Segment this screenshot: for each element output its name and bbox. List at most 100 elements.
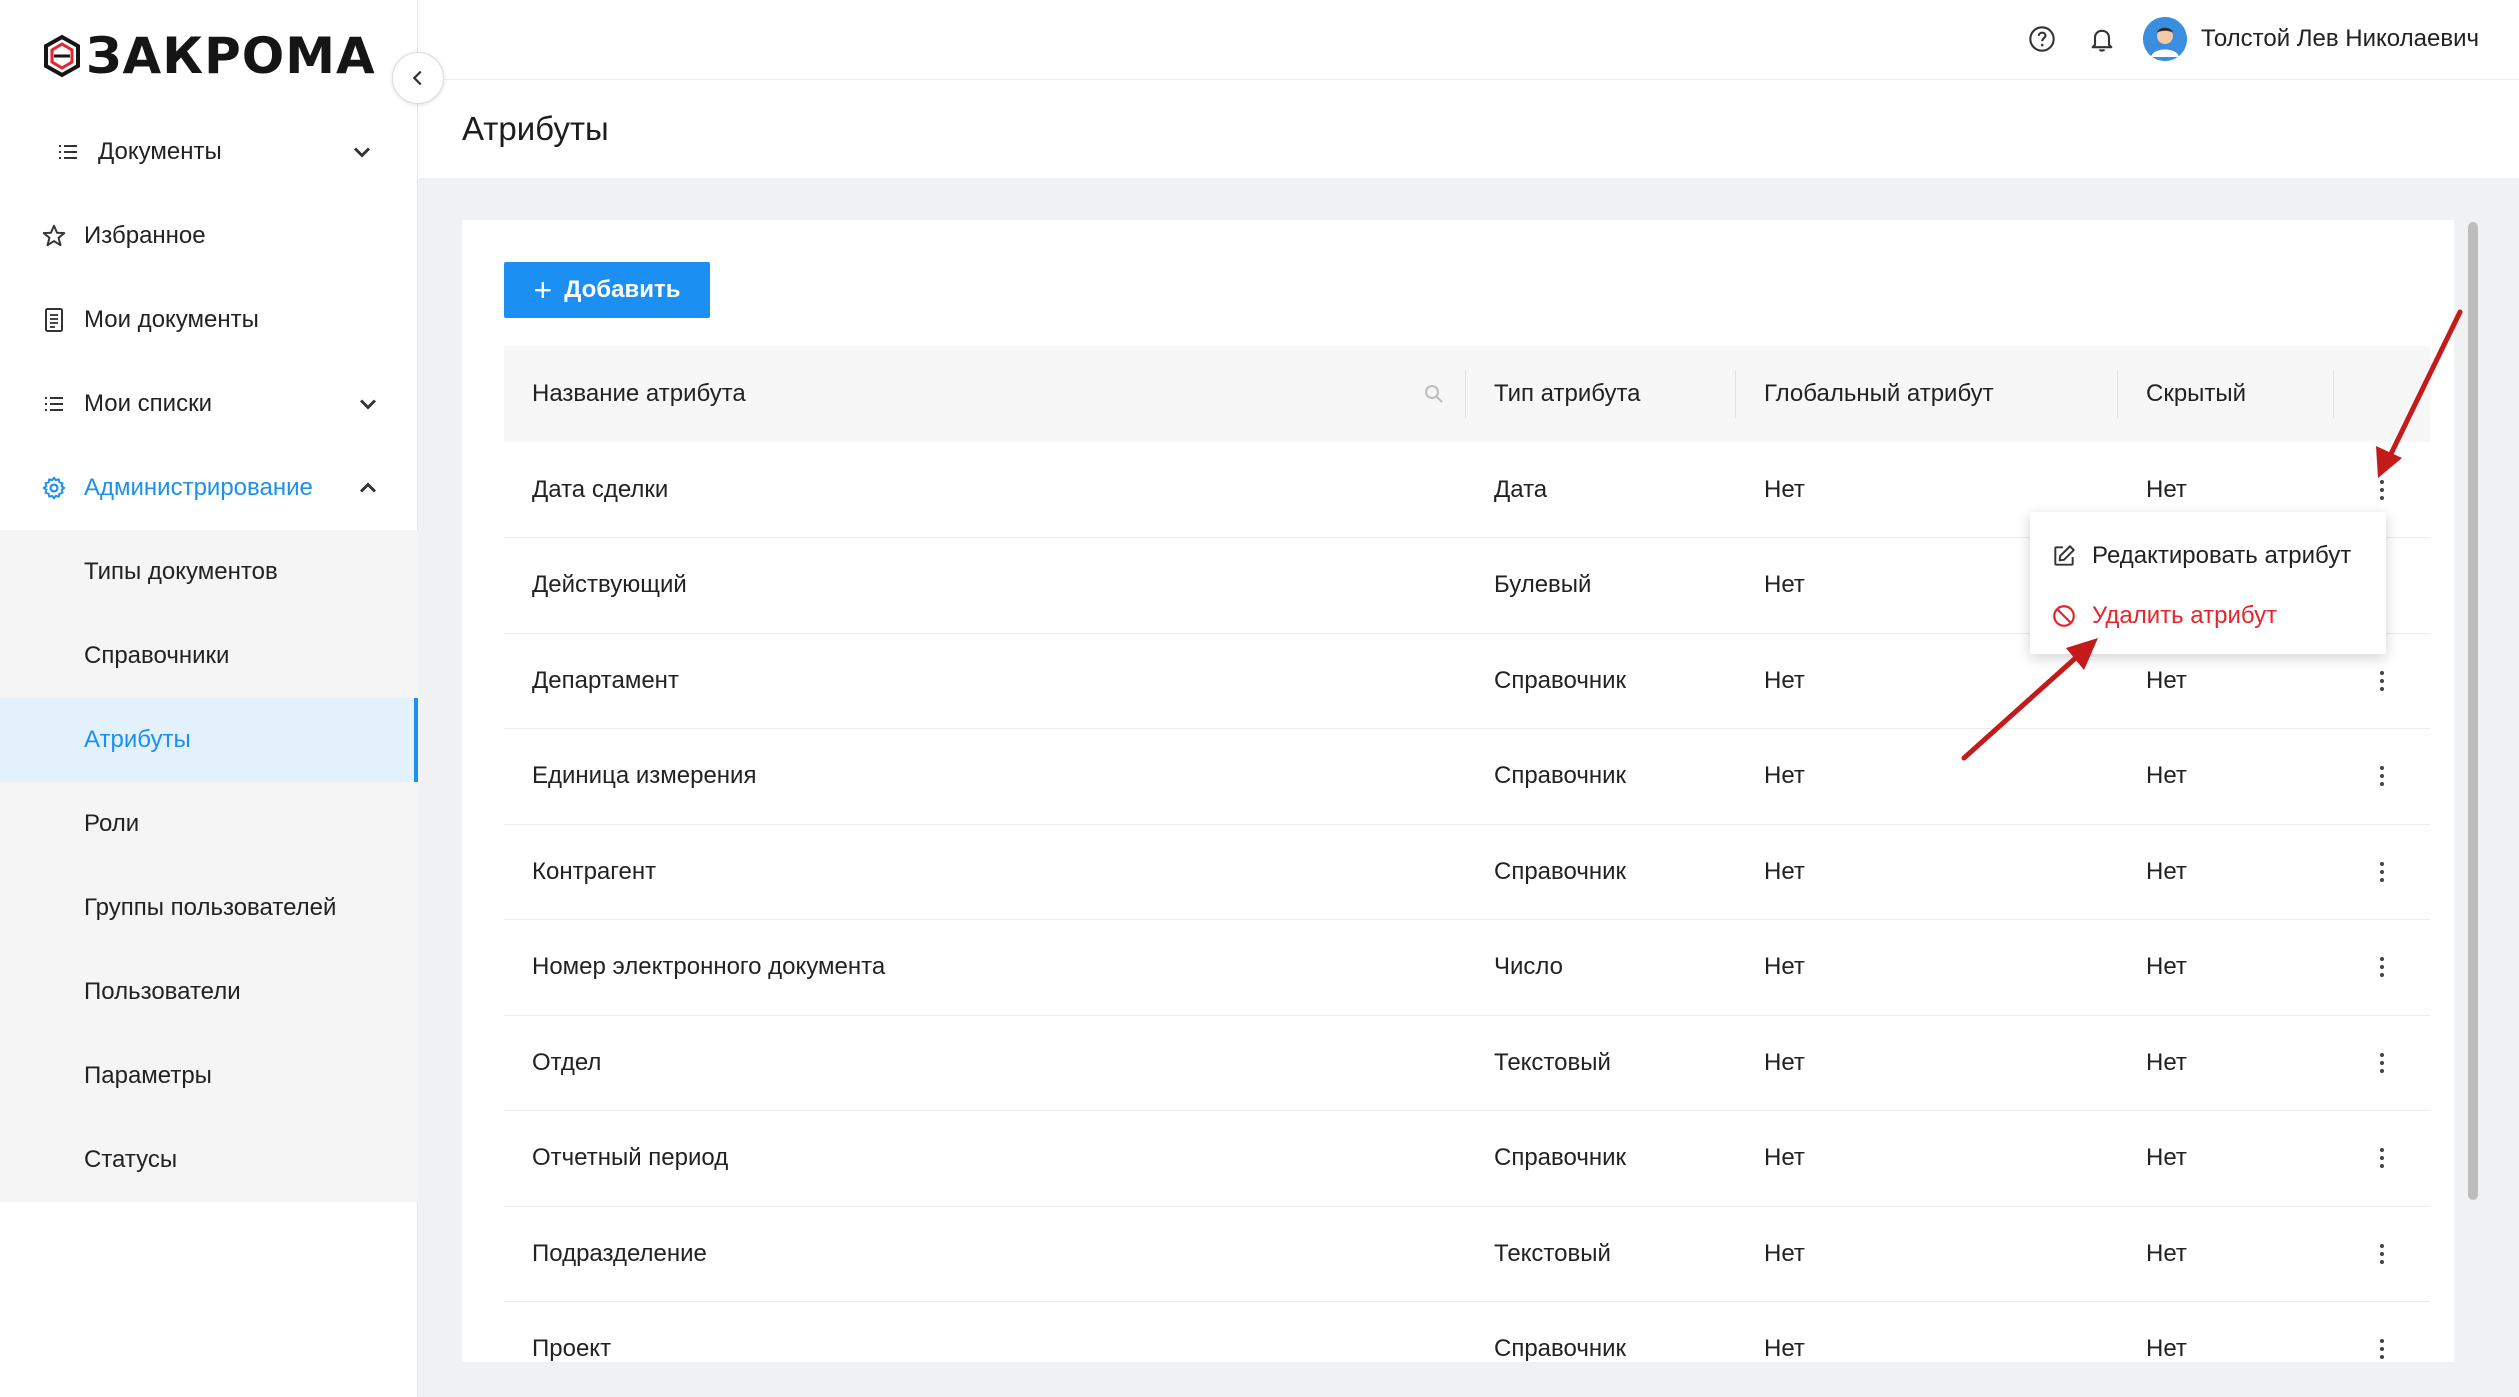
cell-type: Число — [1466, 919, 1736, 1016]
kebab-icon — [2380, 670, 2384, 691]
add-attribute-button[interactable]: + Добавить — [504, 262, 710, 318]
row-actions-button[interactable] — [2334, 1242, 2430, 1266]
cell-type: Справочник — [1466, 1301, 1736, 1362]
cell-type: Справочник — [1466, 824, 1736, 920]
sidebar-collapse-button[interactable] — [392, 52, 444, 104]
page-title: Атрибуты — [462, 110, 609, 147]
chevron-down-icon — [359, 399, 377, 410]
sidebar-item-label: Мои документы — [84, 306, 259, 333]
table-row[interactable]: Контрагент Справочник Нет Нет — [504, 824, 2430, 920]
cell-actions — [2334, 1206, 2430, 1302]
cell-hidden: Нет — [2118, 824, 2334, 920]
edit-attribute-menu-item[interactable]: Редактировать атрибут — [2030, 526, 2386, 586]
cell-actions — [2334, 1301, 2430, 1362]
avatar[interactable] — [2143, 17, 2188, 61]
table-row[interactable]: Номер электронного документа Число Нет Нет — [504, 919, 2430, 1016]
sidebar-item-administration[interactable]: Администрирование — [0, 446, 418, 530]
sidebar-item-label: Мои списки — [84, 390, 212, 417]
sidebar-subitem-attributes[interactable]: Атрибуты — [0, 698, 418, 782]
table-header-row: Название атрибута Тип атрибута Глобальны… — [504, 346, 2430, 442]
sidebar-subitem-users[interactable]: Пользователи — [0, 950, 418, 1034]
row-actions-button[interactable] — [2334, 764, 2430, 788]
sidebar-item-label: Администрирование — [84, 474, 313, 501]
app-logo[interactable]: ЗАКРОМА — [40, 28, 376, 84]
sidebar-subitem-parameters[interactable]: Параметры — [0, 1034, 418, 1118]
help-button[interactable] — [2017, 14, 2067, 64]
cell-actions — [2334, 919, 2430, 1016]
cell-actions — [2334, 1110, 2430, 1207]
search-icon[interactable] — [1422, 382, 1446, 406]
kebab-icon — [2380, 957, 2384, 978]
chevron-down-icon — [353, 147, 371, 158]
sidebar-subitem-statuses[interactable]: Статусы — [0, 1118, 418, 1202]
cell-name: Подразделение — [504, 1206, 1466, 1302]
kebab-icon — [2380, 861, 2384, 882]
sidebar-subitem-roles[interactable]: Роли — [0, 782, 418, 866]
delete-attribute-menu-item[interactable]: Удалить атрибут — [2030, 586, 2386, 646]
notifications-button[interactable] — [2077, 14, 2127, 64]
menu-item-label: Удалить атрибут — [2092, 602, 2278, 629]
cell-name: Проект — [504, 1301, 1466, 1362]
table-row[interactable]: Проект Справочник Нет Нет — [504, 1301, 2430, 1362]
sidebar-nav: Документы Избранное Мои документы Мои сп… — [0, 110, 418, 1202]
cell-name: Департамент — [504, 633, 1466, 729]
cell-actions — [2334, 1015, 2430, 1111]
sidebar-item-documents[interactable]: Документы — [0, 110, 418, 194]
sidebar-item-my-documents[interactable]: Мои документы — [0, 278, 418, 362]
sidebar-subitem-user-groups[interactable]: Группы пользователей — [0, 866, 418, 950]
help-icon — [2029, 26, 2055, 52]
cell-type: Булевый — [1466, 537, 1736, 634]
cell-actions — [2334, 824, 2430, 920]
admin-subnav: Типы документов Справочники Атрибуты Рол… — [0, 530, 418, 1202]
cell-type: Дата — [1466, 442, 1736, 538]
block-icon — [2050, 602, 2078, 630]
gear-icon — [40, 474, 68, 502]
cell-type: Справочник — [1466, 728, 1736, 825]
cell-hidden: Нет — [2118, 1206, 2334, 1302]
column-header-type[interactable]: Тип атрибута — [1466, 346, 1736, 442]
column-header-global[interactable]: Глобальный атрибут — [1736, 346, 2118, 442]
cell-type: Текстовый — [1466, 1206, 1736, 1302]
user-name[interactable]: Толстой Лев Николаевич — [2201, 25, 2479, 53]
kebab-icon — [2380, 479, 2384, 500]
cell-global: Нет — [1736, 824, 2118, 920]
row-actions-button[interactable] — [2334, 1337, 2430, 1361]
row-actions-button[interactable] — [2334, 1146, 2430, 1170]
row-actions-button[interactable] — [2334, 478, 2430, 502]
table-row[interactable]: Отчетный период Справочник Нет Нет — [504, 1110, 2430, 1207]
row-actions-button[interactable] — [2334, 860, 2430, 884]
row-actions-button[interactable] — [2334, 669, 2430, 693]
menu-item-label: Редактировать атрибут — [2092, 542, 2352, 569]
cell-name: Действующий — [504, 537, 1466, 634]
kebab-icon — [2380, 1339, 2384, 1360]
chevron-up-icon — [359, 482, 377, 493]
cell-hidden: Нет — [2118, 1015, 2334, 1111]
sidebar-subitem-document-types[interactable]: Типы документов — [0, 530, 418, 614]
sidebar-subitem-dictionaries[interactable]: Справочники — [0, 614, 418, 698]
cell-global: Нет — [1736, 1301, 2118, 1362]
row-actions-button[interactable] — [2334, 1051, 2430, 1075]
table-row[interactable]: Единица измерения Справочник Нет Нет — [504, 728, 2430, 825]
table-row[interactable]: Отдел Текстовый Нет Нет — [504, 1015, 2430, 1111]
bell-icon — [2091, 29, 2113, 52]
cell-name: Отдел — [504, 1015, 1466, 1111]
page-header: Атрибуты — [418, 80, 2519, 178]
logo-text: ЗАКРОМА — [86, 27, 376, 85]
scrollbar[interactable] — [2468, 222, 2478, 1200]
cell-type: Текстовый — [1466, 1015, 1736, 1111]
cell-hidden: Нет — [2118, 919, 2334, 1016]
table-row[interactable]: Подразделение Текстовый Нет Нет — [504, 1206, 2430, 1302]
kebab-icon — [2380, 1052, 2384, 1073]
cell-name: Дата сделки — [504, 442, 1466, 538]
row-actions-button[interactable] — [2334, 955, 2430, 979]
column-header-name[interactable]: Название атрибута — [504, 346, 1466, 442]
list-icon — [54, 138, 82, 166]
sidebar-item-label: Избранное — [84, 222, 206, 249]
user-avatar-icon — [2143, 17, 2188, 61]
column-header-hidden[interactable]: Скрытый — [2118, 346, 2334, 442]
cell-global: Нет — [1736, 1206, 2118, 1302]
sidebar-item-favorites[interactable]: Избранное — [0, 194, 418, 278]
cell-global: Нет — [1736, 728, 2118, 825]
sidebar-item-my-lists[interactable]: Мои списки — [0, 362, 418, 446]
star-icon — [40, 222, 68, 250]
